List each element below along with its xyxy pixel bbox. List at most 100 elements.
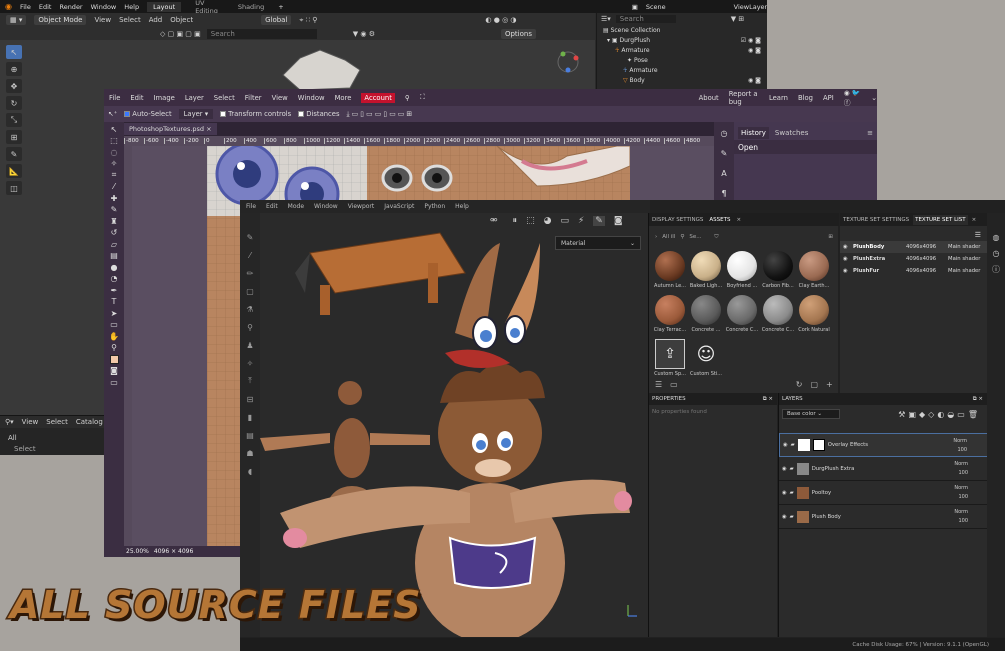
outliner-item[interactable]: ✦ Pose	[597, 55, 767, 65]
texture-set-row[interactable]: ◉ PlushBody 4096x4096 Main shader	[840, 241, 987, 253]
chevron-right-icon[interactable]: ›	[655, 234, 657, 240]
ps-menu-more[interactable]: More	[335, 94, 352, 102]
sp-menu-python[interactable]: Python	[424, 203, 445, 210]
asset-tile[interactable]: Concrete ...	[689, 295, 723, 333]
visibility-icon[interactable]: ◉	[843, 268, 853, 274]
eraser-icon[interactable]: ⁄	[244, 251, 256, 260]
bake-icon[interactable]: ⤒	[244, 376, 256, 385]
history-brush-icon[interactable]: ↺	[107, 228, 121, 238]
list-icon[interactable]: ☰	[655, 380, 662, 389]
hand-icon[interactable]: ✋	[107, 331, 121, 341]
sp-menu-viewport[interactable]: Viewport	[348, 203, 375, 210]
folder-icon[interactable]: ▭	[670, 380, 678, 389]
visibility-icon[interactable]: ☑ ◉ ◙	[741, 37, 761, 44]
polygon-fill-icon[interactable]: ▢	[244, 287, 256, 296]
ps-menu-select[interactable]: Select	[214, 94, 235, 102]
viewport-menu-view[interactable]: View	[94, 16, 111, 24]
type-icon[interactable]: T	[107, 297, 121, 307]
layer-row[interactable]: ◉ ▰ Overlay Effects Norm 100	[779, 433, 988, 457]
asset-tile[interactable]: Autumn Le...	[653, 251, 687, 289]
search-icon[interactable]: ⚲	[405, 94, 410, 102]
tab-history[interactable]: History	[738, 127, 769, 139]
blender-menu-help[interactable]: Help	[124, 3, 139, 11]
auto-select-checkbox[interactable]: Auto-Select	[124, 110, 172, 118]
rotate-icon[interactable]: ↻	[6, 96, 22, 110]
opacity-value[interactable]: 100	[957, 447, 967, 453]
smudge-icon[interactable]: ⚗	[244, 305, 256, 314]
history-icon[interactable]: ◷	[990, 249, 1002, 258]
shelf-icon[interactable]: ◍	[990, 233, 1002, 242]
quick-mask-icon[interactable]: ◙	[107, 366, 121, 376]
asset-tile[interactable]: Baked Ligh...	[689, 251, 723, 289]
viewlayer-name[interactable]: ViewLayer	[734, 3, 767, 11]
tab-assets[interactable]: ASSETS	[709, 217, 730, 223]
material-dropdown[interactable]: Material ⌄	[555, 236, 641, 250]
sp-menu-edit[interactable]: Edit	[266, 203, 278, 210]
close-tab-icon[interactable]: ×	[206, 125, 211, 133]
ps-menu-filter[interactable]: Filter	[245, 94, 262, 102]
account-button[interactable]: Account	[361, 92, 395, 103]
blender-menu-render[interactable]: Render	[59, 3, 82, 11]
transform-orientation-dropdown[interactable]: Global	[261, 15, 292, 25]
marquee-icon[interactable]: ⬚	[107, 136, 121, 146]
visibility-icon[interactable]: ◉	[782, 514, 787, 520]
distances-checkbox[interactable]: Distances	[298, 110, 340, 118]
visibility-icon[interactable]: ◉	[843, 256, 853, 262]
texture-set-row[interactable]: ◉ PlushFur 4096x4096 Main shader	[840, 265, 987, 277]
projection-icon[interactable]: ✏	[244, 269, 256, 278]
opacity-value[interactable]: 100	[958, 494, 968, 500]
blender-logo-icon[interactable]: ◉	[5, 2, 12, 11]
camera-view-icon[interactable]: ▭	[560, 216, 569, 226]
cursor-icon[interactable]: ⊕	[6, 62, 22, 76]
blend-mode[interactable]: Norm	[954, 509, 968, 515]
tab-display-settings[interactable]: DISPLAY SETTINGS	[652, 217, 703, 223]
shape-icon[interactable]: ▭	[107, 320, 121, 330]
sp-menu-file[interactable]: File	[246, 203, 256, 210]
asset-tile[interactable]: Carbon Fib...	[761, 251, 795, 289]
tab-texture-set-list[interactable]: TEXTURE SET LIST	[913, 214, 968, 225]
grid-view-icon[interactable]: ⊞	[828, 234, 833, 240]
viewport-menu-object[interactable]: Object	[170, 16, 193, 24]
panel-menu-icon[interactable]: ≡	[867, 129, 873, 137]
asset-menu-select[interactable]: Select	[46, 418, 68, 426]
asset-menu-catalog[interactable]: Catalog	[76, 418, 103, 426]
history-icon[interactable]: ◖	[244, 467, 256, 476]
scene-name[interactable]: Scene	[646, 3, 666, 11]
symmetry-icon[interactable]: ⚮	[490, 216, 498, 226]
channel-dropdown[interactable]: Base color ⌄	[782, 409, 840, 419]
brush-icon[interactable]: ✎	[107, 205, 121, 215]
asset-tile[interactable]: ⇪ Custom Sp...	[653, 339, 687, 377]
editor-type-icon[interactable]: ⚲▾	[5, 418, 14, 426]
ps-menu-edit[interactable]: Edit	[130, 94, 143, 102]
visibility-icon[interactable]: ◉	[782, 490, 787, 496]
assets-filter[interactable]: All ill	[662, 234, 675, 240]
ps-link-about[interactable]: About	[699, 94, 719, 102]
editor-type-dropdown[interactable]: ▦ ▾	[6, 15, 27, 25]
filter-icon[interactable]: ▼ ◉ ⚙	[353, 30, 375, 38]
shading-icons[interactable]: ◐ ● ◎ ◑	[485, 16, 516, 24]
outliner-search[interactable]: Search	[615, 15, 676, 23]
layer-row[interactable]: ◉ ▰ Plush Body Norm 100	[779, 505, 988, 529]
fullscreen-icon[interactable]: ⛶	[420, 93, 425, 102]
tab-swatches[interactable]: Swatches	[775, 129, 808, 137]
dodge-icon[interactable]: ◔	[107, 274, 121, 284]
sp-menu-javascript[interactable]: JavaScript	[384, 203, 414, 210]
shading-icon[interactable]: ◕	[544, 216, 552, 226]
close-icon[interactable]: ×	[736, 217, 741, 223]
opacity-value[interactable]: 100	[958, 470, 968, 476]
refresh-icon[interactable]: ↻	[796, 380, 803, 389]
painter-3d-viewport[interactable]	[240, 213, 648, 643]
view-mode-icon[interactable]: ⬚	[526, 216, 535, 226]
pen-icon[interactable]: ✒	[107, 285, 121, 295]
paragraph-panel-icon[interactable]: ¶	[717, 188, 731, 198]
outliner-menu-icon[interactable]: ☰▾	[601, 15, 611, 23]
eyedropper-icon[interactable]: ⁄	[107, 182, 121, 192]
document-tab[interactable]: PhotoshopTextures.psd ×	[124, 123, 217, 135]
mode-dropdown[interactable]: Object Mode	[34, 15, 87, 25]
character-panel-icon[interactable]: A	[717, 168, 731, 178]
camera-icon[interactable]: ☗	[244, 449, 256, 458]
blender-menu-file[interactable]: File	[20, 3, 31, 11]
zoom-icon[interactable]: ⚲	[107, 343, 121, 353]
selection-mode-icons[interactable]: ◇ ▢ ▣ ▢ ▣	[160, 30, 201, 38]
ps-link-report-bug[interactable]: Report a bug	[729, 90, 759, 106]
